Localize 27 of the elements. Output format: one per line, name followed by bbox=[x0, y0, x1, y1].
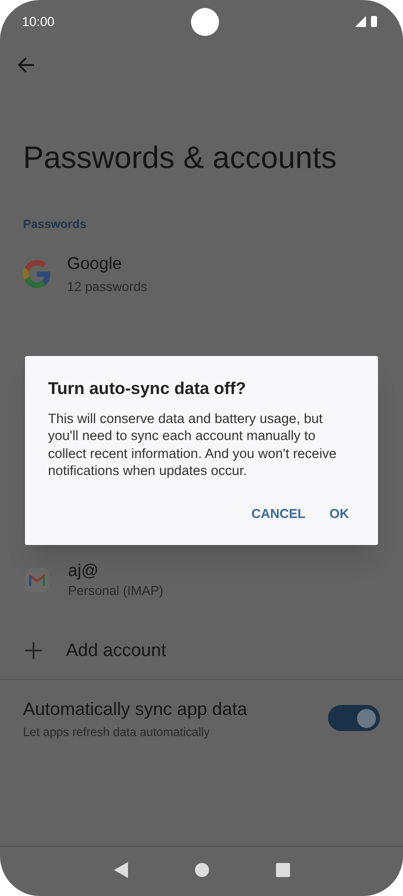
page-title: Passwords & accounts bbox=[22, 142, 338, 173]
section-header: Passwords bbox=[22, 216, 88, 233]
camera-cutout-icon bbox=[190, 8, 219, 36]
item-subtitle: 12 passwords bbox=[67, 278, 148, 296]
item-subtitle: Let apps refresh data automatically bbox=[23, 724, 211, 741]
dialog-message: This will conserve data and battery usage, but you'll need to sync each account manually to collect recent information. And you won't receive notifications when updates occur. bbox=[48, 410, 338, 480]
dialog-button[interactable]: CANCEL bbox=[245, 500, 312, 527]
google-icon bbox=[23, 260, 51, 288]
recents-nav-icon[interactable] bbox=[276, 862, 290, 876]
item-subtitle: Personal (IMAP) bbox=[68, 582, 164, 600]
item-title: Add account bbox=[66, 639, 166, 662]
toggle-switch[interactable] bbox=[328, 705, 380, 732]
dialog-button[interactable]: OK bbox=[324, 500, 355, 527]
item-title: aj@ bbox=[68, 560, 100, 582]
password-item[interactable]: Google 12 passwords bbox=[0, 251, 403, 296]
back-nav-icon[interactable] bbox=[114, 862, 128, 878]
auto-sync-item[interactable]: Automatically sync app data Let apps refresh data automatically bbox=[0, 680, 403, 741]
status-time: 10:00 bbox=[22, 13, 55, 32]
back-arrow-icon[interactable] bbox=[17, 56, 35, 74]
item-title: Google bbox=[67, 253, 123, 275]
mail-icon bbox=[25, 568, 49, 592]
add-account-item[interactable]: Add account bbox=[0, 632, 403, 669]
item-title: Automatically sync app data bbox=[23, 698, 248, 721]
dialog-title: Turn auto-sync data off? bbox=[48, 378, 248, 400]
home-nav-icon[interactable] bbox=[194, 862, 208, 876]
account-item[interactable]: aj@ Personal (IMAP) bbox=[0, 560, 403, 601]
plus-icon bbox=[25, 642, 42, 660]
